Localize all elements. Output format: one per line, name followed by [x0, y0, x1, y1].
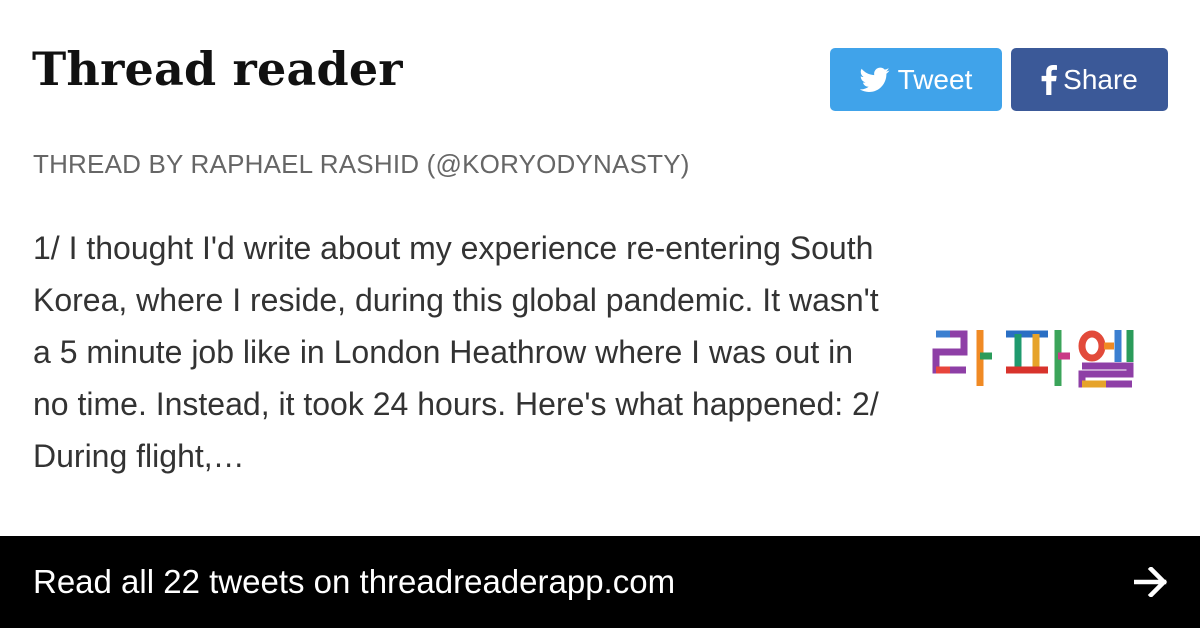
- page: Thread reader Tweet Share THREAD BY RAPH…: [0, 0, 1200, 628]
- site-title: Thread reader: [32, 42, 403, 96]
- tweet-button-label: Tweet: [897, 63, 973, 95]
- share-buttons: Tweet Share: [830, 48, 1168, 111]
- twitter-bird-icon: [859, 67, 890, 93]
- arrow-right-icon: [1134, 567, 1168, 597]
- share-button-label: Share: [1063, 63, 1138, 95]
- read-thread-text: Read all 22 tweets on threadreaderapp.co…: [33, 563, 676, 600]
- tweet-button[interactable]: Tweet: [830, 48, 1002, 111]
- share-button[interactable]: Share: [1011, 48, 1168, 111]
- facebook-icon: [1041, 64, 1058, 95]
- profile-avatar: [932, 330, 1134, 388]
- thread-excerpt: 1/ I thought I'd write about my experien…: [33, 230, 879, 474]
- read-thread-link[interactable]: Read all 22 tweets on threadreaderapp.co…: [0, 536, 1200, 628]
- thread-byline: THREAD BY RAPHAEL RASHID (@KORYODYNASTY): [33, 149, 690, 179]
